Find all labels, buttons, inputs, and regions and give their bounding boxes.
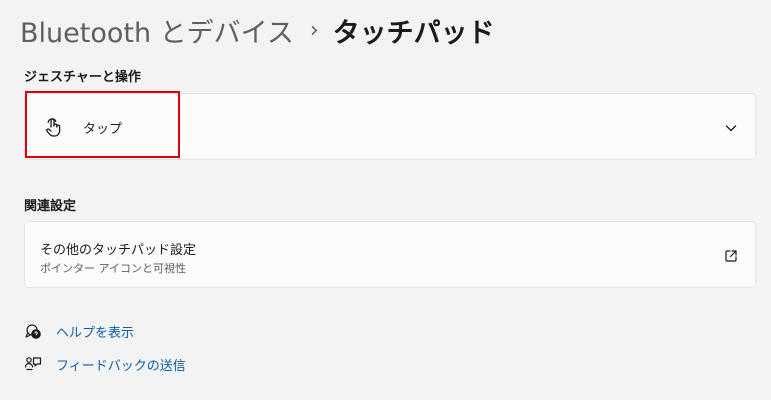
- help-icon: [24, 322, 42, 340]
- get-help-label: ヘルプを表示: [56, 325, 135, 341]
- chevron-down-icon[interactable]: [724, 120, 738, 134]
- more-touchpad-settings-link[interactable]: その他のタッチパッド設定 ポインター アイコンと可視性: [24, 221, 756, 288]
- more-touchpad-settings-label: その他のタッチパッド設定: [40, 243, 197, 258]
- breadcrumb: Bluetooth とデバイス › タッチパッド: [20, 10, 495, 50]
- tap-label: タップ: [83, 122, 123, 137]
- related-section-title: 関連設定: [24, 199, 77, 214]
- send-feedback-label: フィードバックの送信: [56, 358, 186, 374]
- tap-settings-expander[interactable]: タップ: [24, 93, 756, 160]
- get-help-link[interactable]: ヘルプを表示: [24, 320, 134, 342]
- gestures-section-title: ジェスチャーと操作: [24, 70, 141, 85]
- breadcrumb-parent-link[interactable]: Bluetooth とデバイス: [20, 11, 294, 50]
- page-title: タッチパッド: [332, 17, 495, 49]
- breadcrumb-separator: ›: [309, 17, 319, 43]
- more-touchpad-settings-sublabel: ポインター アイコンと可視性: [40, 262, 186, 275]
- touch-hand-icon: [42, 116, 64, 138]
- open-external-icon: [724, 248, 738, 262]
- feedback-icon: [24, 355, 42, 373]
- send-feedback-link[interactable]: フィードバックの送信: [24, 353, 186, 375]
